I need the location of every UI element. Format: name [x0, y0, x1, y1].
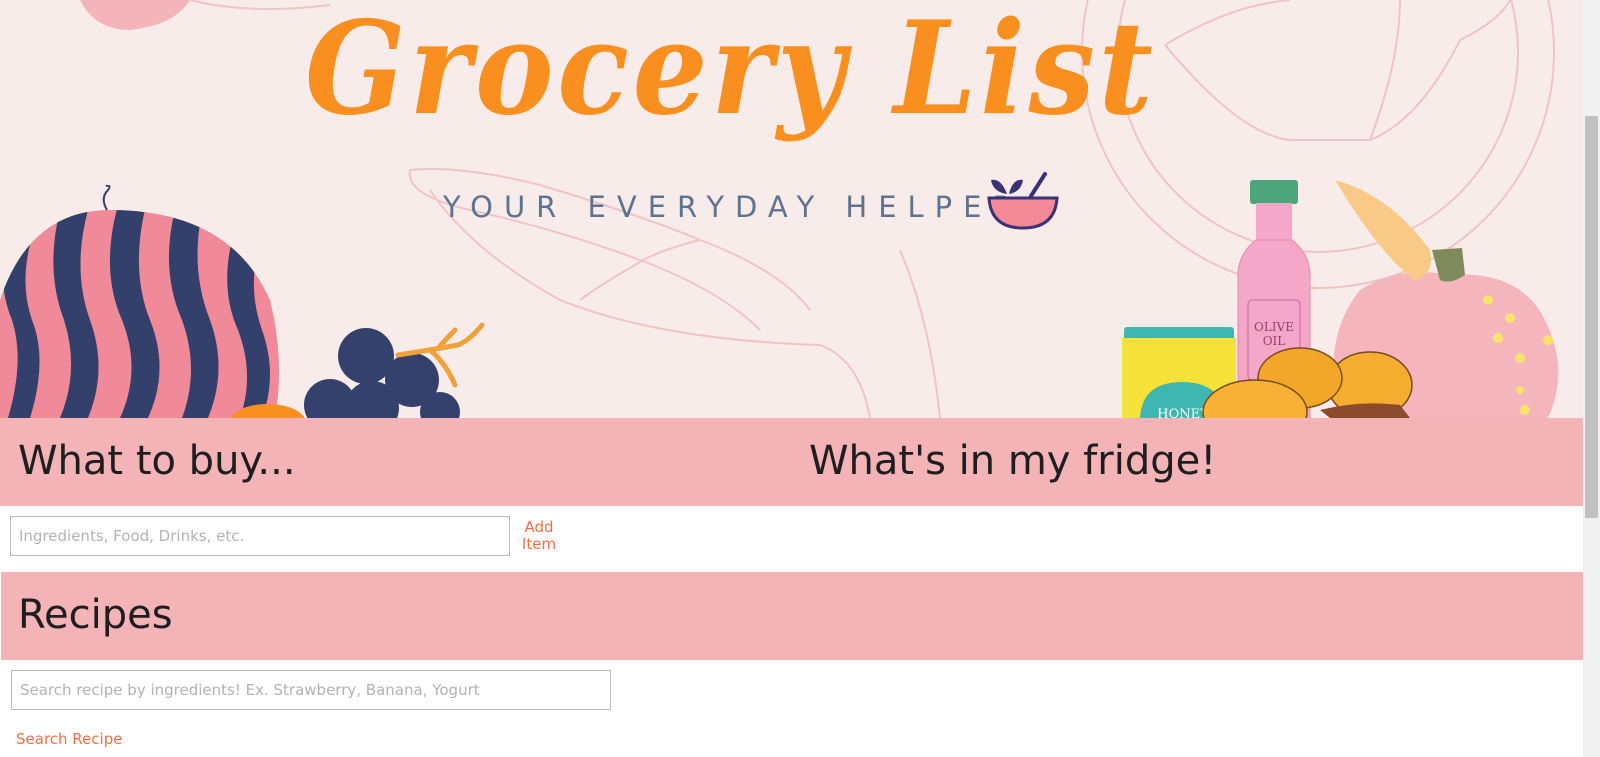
app-title: Grocery List [305, 0, 1157, 144]
honey-label: HONEY [1157, 407, 1209, 418]
fridge-heading: What's in my fridge! [809, 438, 1217, 484]
hero-banner: HONEY OLIVE OIL Grocery List YOUR EVERYD… [0, 0, 1583, 418]
recipes-header-bar: Recipes [1, 572, 1583, 660]
search-recipe-button[interactable]: Search Recipe [16, 729, 122, 749]
recipe-search-input[interactable] [11, 670, 611, 710]
olive-oil-label-1: OLIVE [1254, 320, 1294, 334]
app-tagline: YOUR EVERYDAY HELPER [443, 190, 1024, 224]
what-to-buy-heading: What to buy... [18, 438, 296, 484]
list-header-bar: What to buy... What's in my fridge! [0, 418, 1583, 506]
mortar-bowl-icon [987, 172, 1059, 230]
vertical-scrollbar[interactable] [1583, 0, 1600, 757]
scrollbar-thumb[interactable] [1585, 116, 1598, 518]
olive-oil-label-2: OIL [1263, 334, 1286, 348]
recipes-heading: Recipes [18, 592, 173, 638]
watermelon-illustration [0, 184, 279, 418]
page: HONEY OLIVE OIL Grocery List YOUR EVERYD… [0, 0, 1583, 757]
add-item-button[interactable]: Add Item [518, 519, 560, 553]
grocery-item-input[interactable] [10, 516, 510, 556]
